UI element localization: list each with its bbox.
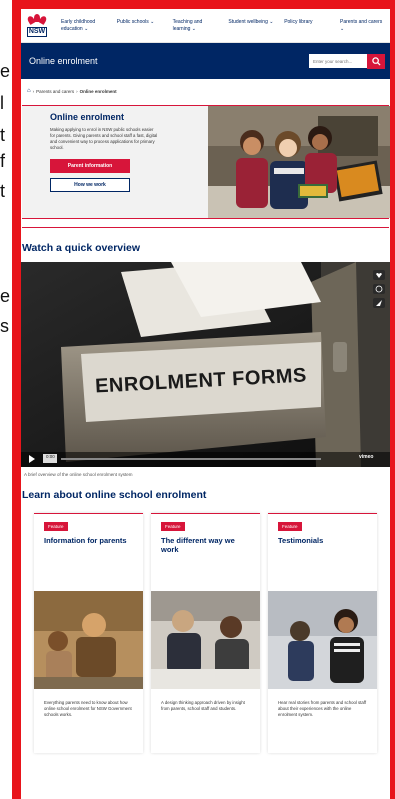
card-description: Hear real stories from parents and schoo… <box>278 700 367 717</box>
nav-item-label: Student wellbeing <box>228 18 268 25</box>
nav-item-label: Public schools <box>116 18 149 25</box>
breadcrumb: ⌂ › Parents and carers › Online enrolmen… <box>21 79 390 103</box>
search-icon <box>371 56 381 66</box>
card-title[interactable]: Information for parents <box>44 536 134 545</box>
nav-item-label: Early childhood education <box>61 18 96 32</box>
logo-text: NSW <box>26 27 48 37</box>
card-badge: Feature <box>44 522 68 531</box>
nav-item-early-childhood[interactable]: Early childhood education ⌄ <box>61 19 107 33</box>
card-testimonials[interactable]: Feature Testimonials Hear real stories f… <box>268 513 377 753</box>
nav-item-parents-carers[interactable]: Parents and carers ⌄ <box>340 19 386 33</box>
hero-title: Online enrolment <box>50 112 125 122</box>
page-banner: Online enrolment <box>21 43 390 79</box>
video-caption: A brief overview of the online school en… <box>24 472 133 477</box>
breadcrumb-current: Online enrolment <box>79 88 117 94</box>
left-fragment: l <box>0 93 4 113</box>
overview-video-player[interactable]: ENROLMENT FORMS 0:00 vimeo <box>21 262 390 467</box>
nav-item-label: Policy library <box>284 18 313 25</box>
chevron-down-icon: ⌄ <box>84 25 89 32</box>
left-fragment: t <box>0 125 6 145</box>
nav-item-teaching-learning[interactable]: Teaching and learning ⌄ <box>173 19 219 33</box>
breadcrumb-parents-carers[interactable]: Parents and carers <box>36 89 74 94</box>
chevron-down-icon: ⌄ <box>150 18 155 25</box>
nav-item-student-wellbeing[interactable]: Student wellbeing ⌄ <box>228 19 274 33</box>
nav-menu: Early childhood education ⌄ Public schoo… <box>61 19 386 33</box>
top-navigation: NSW Early childhood education ⌄ Public s… <box>21 9 390 43</box>
breadcrumb-separator: › <box>76 88 78 94</box>
waratah-icon <box>26 14 48 26</box>
vimeo-logo[interactable]: vimeo <box>359 454 373 460</box>
chevron-down-icon: ⌄ <box>339 25 345 32</box>
card-badge: Feature <box>161 522 185 531</box>
breadcrumb-separator: › <box>32 88 35 94</box>
card-description: Everything parents need to know about ho… <box>44 700 132 717</box>
nav-item-policy-library[interactable]: Policy library <box>284 19 330 33</box>
web-page: NSW Early childhood education ⌄ Public s… <box>21 9 390 799</box>
highlight-frame-left <box>12 0 21 799</box>
hero-content: Online enrolment Making applying to enro… <box>22 106 206 218</box>
feature-cards: Feature Information for parents Everythi… <box>21 501 390 753</box>
left-fragment: e <box>0 286 11 306</box>
hero-description: Making applying to enrol in NSW public s… <box>50 127 158 150</box>
card-title[interactable]: The different way we work <box>161 536 251 554</box>
card-image-parent-child <box>34 591 143 689</box>
left-fragment: e <box>0 61 11 81</box>
overview-heading: Watch a quick overview <box>22 242 141 254</box>
how-we-work-button[interactable]: How we work <box>50 178 130 192</box>
home-icon[interactable]: ⌂ <box>27 88 31 94</box>
left-fragment: t <box>0 181 6 201</box>
banner-title: Online enrolment <box>29 56 98 66</box>
chevron-down-icon: ⌄ <box>269 18 274 25</box>
left-fragment: s <box>0 316 9 336</box>
card-badge: Feature <box>278 522 302 531</box>
nav-item-label: Parents and carers <box>339 18 383 25</box>
video-time: 0:00 <box>46 454 55 459</box>
hero-section: Online enrolment Making applying to enro… <box>22 105 390 219</box>
card-image-parent-student <box>268 591 377 689</box>
nav-item-label: Teaching and learning <box>172 18 203 32</box>
card-image-office-team <box>151 591 260 689</box>
card-different-way-we-work[interactable]: Feature The different way we work A desi… <box>151 513 260 753</box>
left-gutter: e l t f t e s <box>0 0 12 799</box>
nav-item-public-schools[interactable]: Public schools ⌄ <box>117 19 163 33</box>
chevron-down-icon: ⌄ <box>191 25 196 32</box>
card-title[interactable]: Testimonials <box>278 536 368 545</box>
card-description: A design thinking approach driven by ins… <box>161 700 245 711</box>
learn-heading: Learn about online school enrolment <box>22 489 207 501</box>
highlight-frame-right <box>390 0 395 799</box>
search-button[interactable] <box>367 53 385 69</box>
nsw-logo[interactable]: NSW <box>25 13 49 39</box>
search-box <box>309 53 385 69</box>
parent-information-button[interactable]: Parent information <box>50 159 130 173</box>
card-information-for-parents[interactable]: Feature Information for parents Everythi… <box>34 513 143 753</box>
search-input[interactable] <box>309 54 367 68</box>
screenshot-stage: e l t f t e s NSW Early childhood educat… <box>0 0 395 799</box>
left-fragment: f <box>0 151 6 171</box>
highlight-frame-top <box>12 0 395 9</box>
hero-image-students-laptop <box>208 106 390 218</box>
